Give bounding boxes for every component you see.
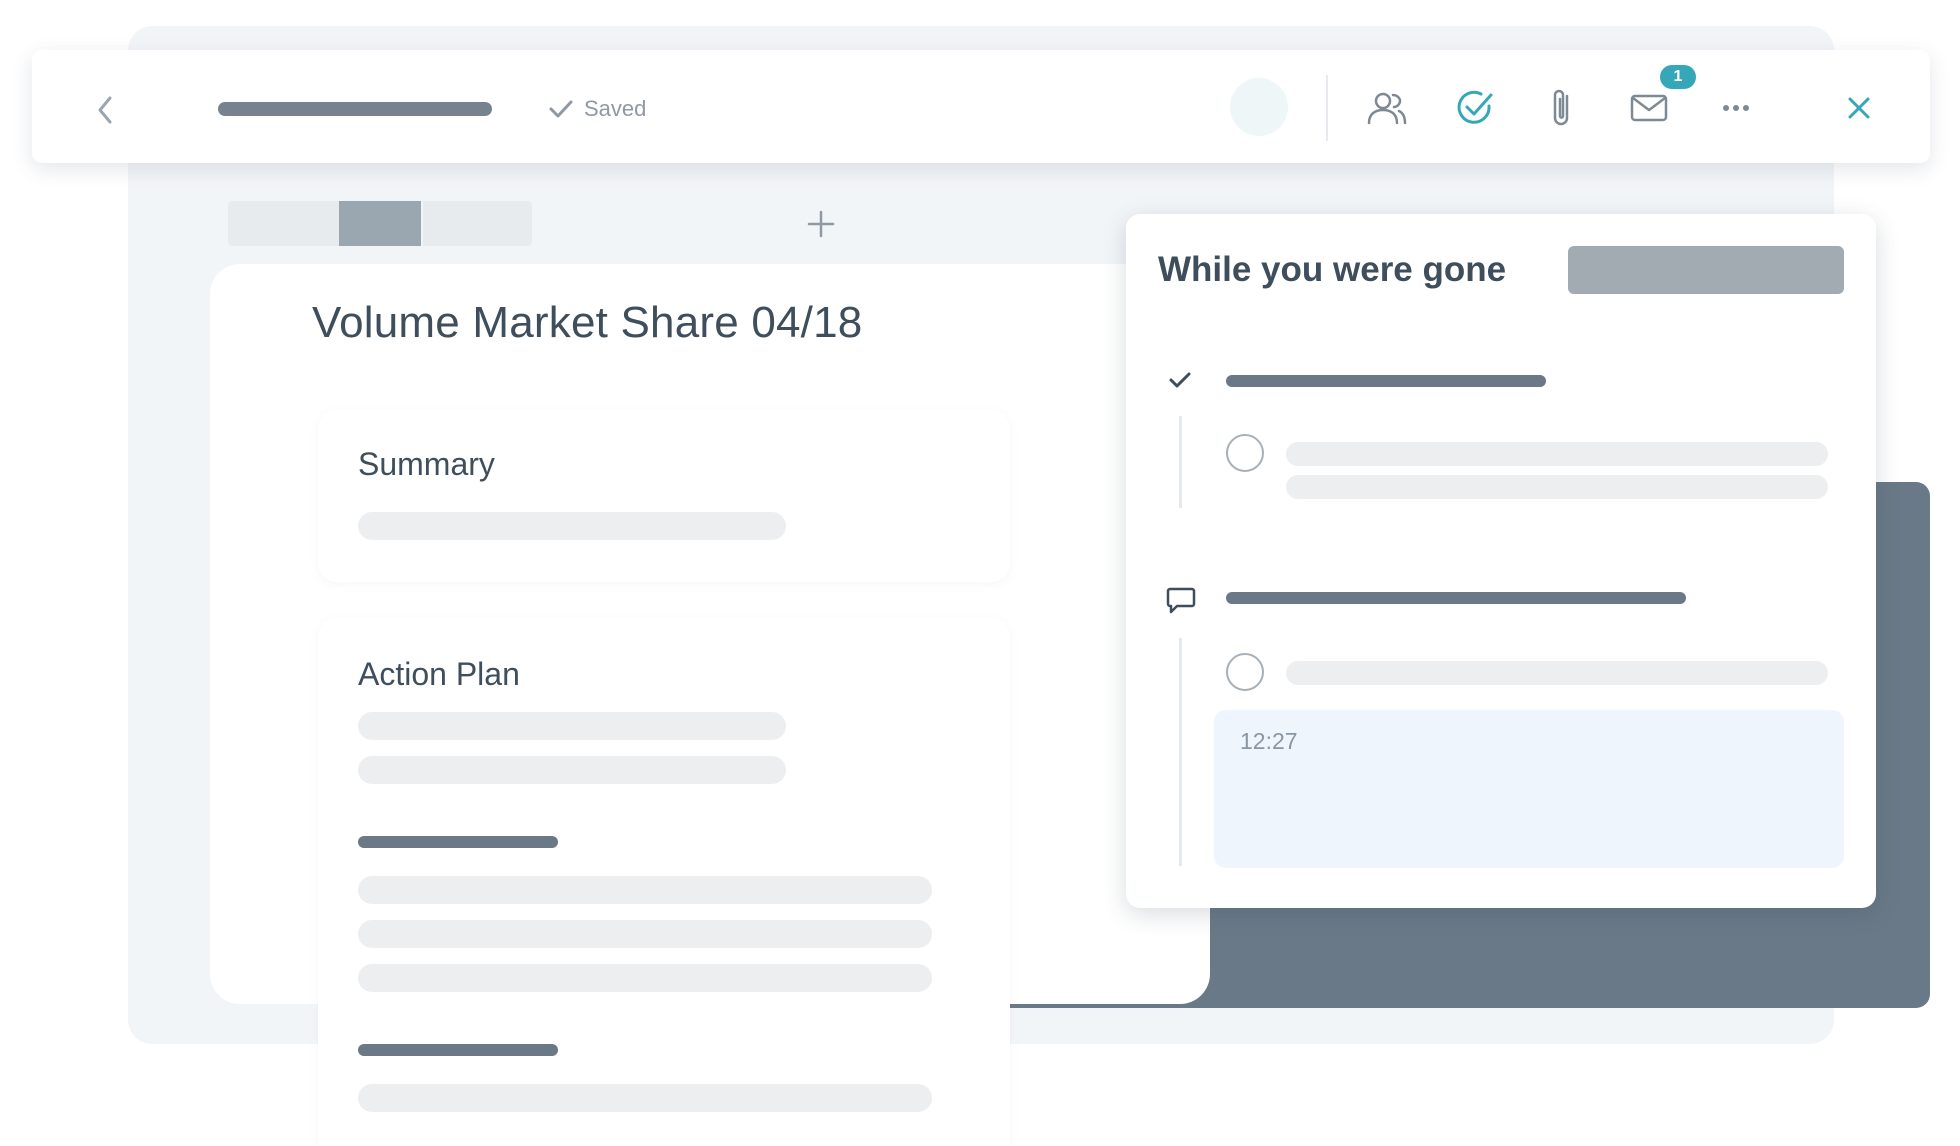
page-title: Volume Market Share 04/18 [312,298,863,347]
tab-3[interactable] [420,201,532,246]
page-tabs [228,201,532,246]
notification-badge: 1 [1660,65,1696,89]
summary-title: Summary [358,446,495,482]
action-plan-line [358,920,932,948]
avatar[interactable] [1230,78,1288,136]
check-icon [549,100,573,118]
action-plan-subheading [358,836,558,848]
action-plan-subheading [358,1044,558,1056]
task-checkbox[interactable] [1226,653,1264,691]
popup-action-button[interactable] [1568,246,1844,294]
close-icon [1848,97,1870,119]
task-checkbox[interactable] [1226,434,1264,472]
activity-line [1286,661,1828,685]
add-tab-button[interactable] [800,203,842,245]
document-title-placeholder[interactable] [218,102,492,116]
mail-icon [1630,94,1668,122]
more-icon [1723,105,1749,111]
chevron-left-icon [98,96,112,124]
toolbar-divider [1326,75,1328,141]
message-timestamp: 12:27 [1240,728,1298,754]
attachments-button[interactable] [1539,85,1585,131]
people-button[interactable] [1364,85,1410,131]
message-bubble[interactable] [1214,710,1844,868]
paperclip-icon [1553,89,1569,126]
action-plan-line [358,964,932,992]
action-plan-line [358,876,932,904]
plus-icon [807,210,835,238]
back-button[interactable] [90,88,120,132]
action-plan-line [358,712,786,740]
tab-2-active[interactable] [339,201,421,246]
action-plan-title: Action Plan [358,656,520,692]
activity-line [1286,475,1828,499]
messages-button[interactable] [1626,85,1672,131]
comment-icon [1166,587,1196,614]
check-circle-icon [1457,90,1493,124]
saved-label: Saved [584,96,647,121]
activity-line [1286,442,1828,466]
activity-heading [1226,592,1686,604]
activity-thread-line [1179,416,1182,508]
tasks-button[interactable] [1452,85,1498,131]
action-plan-card[interactable]: Action Plan [318,618,1010,1146]
close-button[interactable] [1836,85,1882,131]
more-button[interactable] [1713,85,1759,131]
check-icon [1169,372,1191,388]
people-icon [1367,92,1407,125]
activity-heading [1226,375,1546,387]
action-plan-line [358,1084,932,1112]
tab-1[interactable] [228,201,340,246]
summary-card[interactable]: Summary [318,410,1010,582]
action-plan-line [358,756,786,784]
popup-title: While you were gone [1158,250,1507,289]
summary-line [358,512,786,540]
save-status: Saved [548,94,646,124]
activity-thread-line [1179,638,1182,866]
